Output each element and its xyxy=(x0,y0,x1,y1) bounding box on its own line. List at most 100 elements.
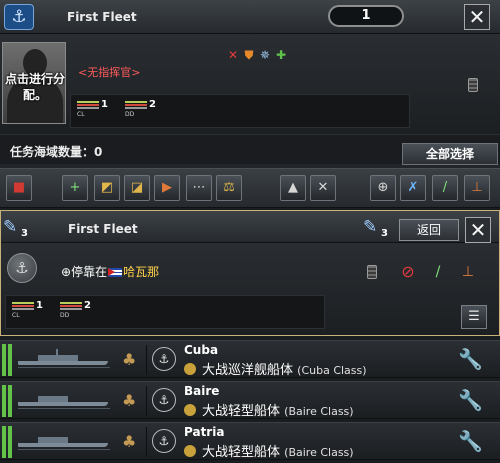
fleet-body: 点击进行分配。 ✕ ⛊ ✵ ✚ <无指挥官> CL 1 DD 2 xyxy=(0,34,500,134)
waterline xyxy=(18,367,110,368)
ship-anchor-icon[interactable]: ⚓ xyxy=(152,347,176,371)
gear-wheel-icon[interactable]: ✵ xyxy=(258,48,272,62)
fleet-header: ⚓ First Fleet 1 ✕ xyxy=(0,0,500,34)
type-label: DD xyxy=(60,312,70,319)
waterline xyxy=(18,408,110,409)
type-bars xyxy=(125,101,147,109)
docked-status: ⊕停靠在 哈瓦那 xyxy=(61,263,159,280)
ship-type-dd: DD 2 xyxy=(123,97,163,125)
delete-icon[interactable]: ■ xyxy=(6,175,32,201)
type-label: CL xyxy=(12,312,20,319)
ship-class: 大战轻型船体 (Baire Class) xyxy=(184,441,354,460)
fleet-toolbar: ■ + ◩ ◪ ▶ ⋯ ⚖ ▲ ✕ ⊕ ✗ / ⊥ xyxy=(0,168,500,208)
ship-silhouette xyxy=(18,347,110,371)
type-bars xyxy=(12,302,34,310)
ship-silhouette xyxy=(18,429,110,453)
repair-icon[interactable]: ✕ xyxy=(310,175,336,201)
medal-icon xyxy=(184,363,196,375)
green-cross-icon[interactable]: ✚ xyxy=(274,48,288,62)
medal-icon xyxy=(184,445,196,457)
mission-areas-label: 任务海域数量：0 xyxy=(10,145,103,159)
merge-icon[interactable]: ◪ xyxy=(124,175,150,201)
add-circle-icon[interactable]: ⊕ xyxy=(370,175,396,201)
organization-bar xyxy=(8,344,12,376)
add-taskforce-icon[interactable]: + xyxy=(62,175,88,201)
medal-icon xyxy=(184,404,196,416)
type-bars xyxy=(77,101,99,109)
taskforce-panel: ✎ 3 First Fleet ✎ 3 返回 ✕ ⚓ ⊕停靠在 哈瓦那 ⊘ / ⊥ C… xyxy=(0,210,500,336)
taskforce-right-badge-icon[interactable]: ✎ 3 xyxy=(363,217,393,241)
ship-row[interactable]: ♣ ⚓ Cuba 大战巡洋舰船体 (Cuba Class) 🔧 xyxy=(0,340,500,378)
taskforce-badge-count: 3 xyxy=(21,228,28,239)
anchor-small-icon: ⊕ xyxy=(61,265,72,279)
ship-type-cl: CL 1 xyxy=(10,298,50,326)
docked-location[interactable]: 哈瓦那 xyxy=(123,265,159,279)
type-count: 1 xyxy=(36,300,43,311)
supply-icon xyxy=(367,265,377,279)
commander-portrait[interactable]: 点击进行分配。 xyxy=(2,42,66,124)
ship-type-dd: DD 2 xyxy=(58,298,98,326)
return-button[interactable]: 返回 xyxy=(399,219,459,241)
crossed-swords-icon[interactable]: ✕ xyxy=(226,48,240,62)
strike-icon[interactable]: / xyxy=(432,175,458,201)
taskforce-right-badge-count: 3 xyxy=(381,228,388,239)
hull xyxy=(18,443,108,447)
taskforce-body: ⚓ ⊕停靠在 哈瓦那 ⊘ / ⊥ CL 1 DD 2 xyxy=(1,243,499,335)
formation-icon[interactable]: ⋯ xyxy=(186,175,212,201)
engage-icon[interactable]: ✗ xyxy=(400,175,426,201)
supply-icon xyxy=(468,78,478,92)
strength-bar xyxy=(2,385,6,417)
strength-bar xyxy=(2,344,6,376)
ship-class: 大战巡洋舰船体 (Cuba Class) xyxy=(184,359,367,378)
clover-icon[interactable]: ♣ xyxy=(122,391,136,410)
transfer-icon[interactable]: ▶ xyxy=(154,175,180,201)
close-button[interactable]: ✕ xyxy=(465,217,491,243)
cuba-flag-icon xyxy=(108,268,123,277)
strike-icon[interactable]: / xyxy=(431,265,445,279)
clover-icon[interactable]: ♣ xyxy=(122,350,136,369)
hull xyxy=(18,361,108,365)
ship-name: Baire xyxy=(184,384,220,398)
mission-up-icon[interactable]: ▲ xyxy=(280,175,306,201)
taskforce-header: ✎ 3 First Fleet ✎ 3 返回 ✕ xyxy=(1,211,499,243)
shield-icon[interactable]: ⛊ xyxy=(242,48,256,62)
type-count: 1 xyxy=(101,99,108,110)
wrench-icon[interactable]: 🔧 xyxy=(458,429,483,453)
ship-row[interactable]: ♣ ⚓ Baire 大战轻型船体 (Baire Class) 🔧 xyxy=(0,381,500,419)
taskforce-composition: CL 1 DD 2 xyxy=(5,295,325,329)
mast xyxy=(56,349,58,357)
wrench-icon[interactable]: 🔧 xyxy=(458,347,483,371)
type-label: DD xyxy=(125,111,135,118)
type-count: 2 xyxy=(149,99,156,110)
ship-anchor-icon[interactable]: ⚓ xyxy=(152,388,176,412)
organization-bar xyxy=(8,426,12,458)
split-icon[interactable]: ◩ xyxy=(94,175,120,201)
ship-class-en: (Cuba Class) xyxy=(297,364,367,377)
wrench-icon[interactable]: 🔧 xyxy=(458,388,483,412)
no-mission-icon[interactable]: ⊘ xyxy=(401,264,415,280)
type-label: CL xyxy=(77,111,85,118)
strength-bar xyxy=(2,426,6,458)
divider xyxy=(146,427,147,457)
ship-class-cn: 大战巡洋舰船体 xyxy=(202,363,294,378)
ship-row[interactable]: ♣ ⚓ Patria 大战轻型船体 (Baire Class) 🔧 xyxy=(0,422,500,460)
ship-type-cl: CL 1 xyxy=(75,97,115,125)
flag-icon[interactable]: ⊥ xyxy=(461,265,475,279)
ship-name: Cuba xyxy=(184,343,219,357)
divider xyxy=(146,386,147,416)
anchor-icon[interactable]: ⚓ xyxy=(4,4,34,30)
balance-icon[interactable]: ⚖ xyxy=(216,175,242,201)
taskforce-badge-icon[interactable]: ✎ 3 xyxy=(3,217,33,241)
ship-class-en: (Baire Class) xyxy=(284,446,354,459)
fleet-count: 1 xyxy=(328,5,404,27)
docked-prefix: 停靠在 xyxy=(71,265,108,279)
organization-bar xyxy=(8,385,12,417)
sort-ships-icon[interactable]: ☰ xyxy=(461,305,487,329)
fleet-panel: ⚓ First Fleet 1 ✕ 点击进行分配。 ✕ ⛊ ✵ ✚ <无指挥官>… xyxy=(0,0,500,208)
select-all-button[interactable]: 全部选择 xyxy=(402,143,498,165)
ship-anchor-icon[interactable]: ⚓ xyxy=(152,429,176,453)
anchor-icon[interactable]: ⚓ xyxy=(7,253,37,283)
close-button[interactable]: ✕ xyxy=(464,4,490,30)
clover-icon[interactable]: ♣ xyxy=(122,432,136,451)
flag-icon[interactable]: ⊥ xyxy=(464,175,490,201)
